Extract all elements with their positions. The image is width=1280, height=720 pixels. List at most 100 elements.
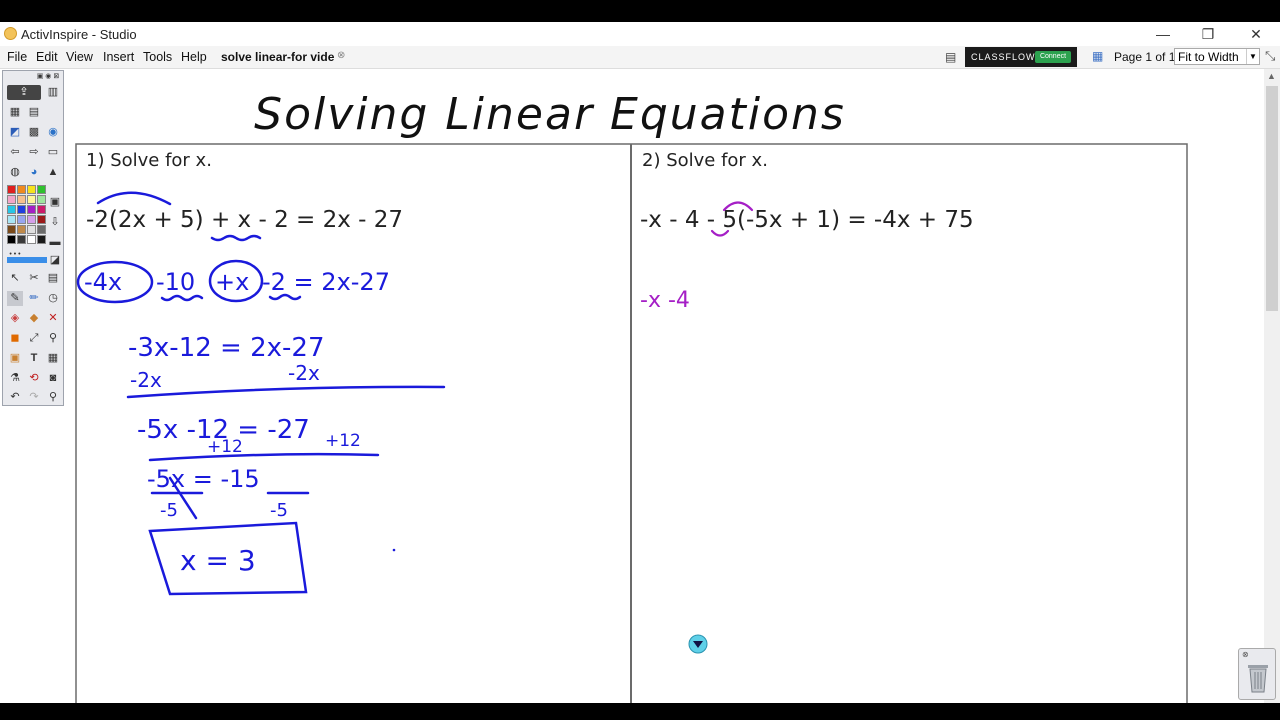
title-bar: ActivInspire - Studio — ❐ ✕ xyxy=(0,22,1280,46)
scrollbar-thumb[interactable] xyxy=(1266,86,1278,311)
menu-file[interactable]: File xyxy=(7,50,27,64)
menu-insert[interactable]: Insert xyxy=(103,50,134,64)
reset-icon[interactable]: ⟲ xyxy=(26,371,42,386)
marquee-icon[interactable]: ✂ xyxy=(26,271,42,286)
step3-add-left: +12 xyxy=(207,437,243,457)
answer-text: x = 3 xyxy=(180,544,256,577)
web-browser-icon[interactable]: ◕ xyxy=(26,165,42,180)
color-swatch-blue[interactable] xyxy=(17,205,26,214)
tools-icon[interactable]: ⚗ xyxy=(7,371,23,386)
pen-width-slider[interactable] xyxy=(7,257,47,263)
fill-icon[interactable]: ◪ xyxy=(47,253,63,268)
desktop-icon[interactable]: ▭ xyxy=(45,145,61,160)
next-page-icon[interactable]: ⇨ xyxy=(26,145,42,160)
color-swatch-black[interactable] xyxy=(7,235,16,244)
zoom-select[interactable]: Fit to Width ▼ xyxy=(1174,48,1260,65)
color-swatch-cyan[interactable] xyxy=(7,205,16,214)
color-swatch-magenta[interactable] xyxy=(37,205,46,214)
color-swatch-darkred[interactable] xyxy=(37,215,46,224)
chevron-down-icon[interactable]: ▼ xyxy=(1246,49,1259,64)
keyboard-icon[interactable]: ▦ xyxy=(45,351,61,366)
palette-icon[interactable]: ▣ xyxy=(47,195,63,210)
layout-icon[interactable]: ▩ xyxy=(26,125,42,140)
select-icon[interactable]: ↖ xyxy=(7,271,23,286)
color-swatch-lightgreen[interactable] xyxy=(37,195,46,204)
color-swatch-peach[interactable] xyxy=(17,195,26,204)
main-menu-icon[interactable]: ⇪ xyxy=(7,85,41,100)
trash-close-icon[interactable]: ⊗ xyxy=(1242,650,1249,659)
shape-icon[interactable]: ◼ xyxy=(7,331,23,346)
color-swatch-pink[interactable] xyxy=(7,195,16,204)
color-swatch-lightgray[interactable] xyxy=(27,225,36,234)
minimize-button[interactable]: — xyxy=(1148,24,1178,44)
color-swatch-brown[interactable] xyxy=(7,225,16,234)
previous-page-icon[interactable]: ⇦ xyxy=(7,145,23,160)
menu-tools[interactable]: Tools xyxy=(143,50,172,64)
color-swatch-orange[interactable] xyxy=(17,185,26,194)
color-swatch-white[interactable] xyxy=(27,235,36,244)
divider-line-2 xyxy=(148,452,380,462)
scroll-up-icon[interactable]: ▲ xyxy=(1267,71,1276,81)
flipchart-icon[interactable]: ▥ xyxy=(45,85,61,100)
browser-icon[interactable]: ▤ xyxy=(945,50,956,64)
trash-can-panel[interactable]: ⊗ xyxy=(1238,648,1276,700)
flipchart-tab[interactable]: solve linear-for vide xyxy=(221,50,334,64)
screen-recorder-icon[interactable]: ◙ xyxy=(45,371,61,386)
delete-icon[interactable]: ✕ xyxy=(45,311,61,326)
redo-icon[interactable]: ↷ xyxy=(26,390,42,405)
eraser-icon[interactable]: ◈ xyxy=(7,311,23,326)
step4-denominator-right: -5 xyxy=(270,500,288,521)
color-swatch-tan[interactable] xyxy=(17,225,26,234)
classflow-connect-button[interactable]: Connect xyxy=(1035,51,1071,63)
globe-icon[interactable]: ◉ xyxy=(45,125,61,140)
menu-edit[interactable]: Edit xyxy=(36,50,58,64)
toolbox-controls-icon[interactable]: ▣ ◉ ⊠ xyxy=(33,72,63,81)
annotate-icon[interactable]: ▲ xyxy=(45,165,61,180)
object-icon[interactable]: ▤ xyxy=(26,105,42,120)
palette-more-icon[interactable]: ▬ xyxy=(47,235,63,250)
clock-icon[interactable]: ◷ xyxy=(45,291,61,306)
color-swatch-purple[interactable] xyxy=(27,205,36,214)
connector-icon[interactable]: ⤢ xyxy=(26,331,42,346)
resource-icon[interactable]: ◩ xyxy=(7,125,23,140)
camera-icon[interactable]: ◍ xyxy=(7,165,23,180)
highlighter-icon[interactable]: ✏ xyxy=(26,291,42,306)
color-swatch-red[interactable] xyxy=(7,185,16,194)
restore-button[interactable]: ❐ xyxy=(1193,24,1223,44)
step2-sub-left: -2x xyxy=(130,368,162,392)
magnifier-icon[interactable]: ⚲ xyxy=(45,331,61,346)
menu-help[interactable]: Help xyxy=(181,50,207,64)
tab-close-icon[interactable]: ⊗ xyxy=(337,50,345,61)
undo-icon[interactable]: ↶ xyxy=(7,390,23,405)
page-browser-icon[interactable]: ▦ xyxy=(1092,49,1103,63)
color-swatch-yellow[interactable] xyxy=(27,185,36,194)
color-swatch-lavender[interactable] xyxy=(27,215,36,224)
distribute-arrow-mark xyxy=(96,191,172,206)
classflow-brand: CLASSFLOW xyxy=(971,52,1036,62)
problem1-ink-marks xyxy=(76,191,446,596)
menu-view[interactable]: View xyxy=(66,50,93,64)
fill-bucket-icon[interactable]: ◆ xyxy=(26,311,42,326)
step2-sub-right: -2x xyxy=(288,361,320,385)
fullscreen-icon[interactable]: ⤡ xyxy=(1265,48,1275,64)
problem1-equation: -2(2x + 5) + x - 2 = 2x - 27 xyxy=(86,207,403,233)
color-swatch-gray[interactable] xyxy=(37,225,46,234)
zoom-icon[interactable]: ⚲ xyxy=(45,390,61,405)
camera-snap-icon[interactable]: ▣ xyxy=(7,351,23,366)
color-swatch-charcoal[interactable] xyxy=(17,235,26,244)
palette-arrow-icon[interactable]: ⇩ xyxy=(47,215,63,230)
color-swatch-green[interactable] xyxy=(37,185,46,194)
color-swatch-darkgray[interactable] xyxy=(37,235,46,244)
color-swatch-lightblue[interactable] xyxy=(17,215,26,224)
bottom-letterbox xyxy=(0,703,1280,720)
text-icon[interactable]: T xyxy=(26,351,42,366)
classflow-panel: CLASSFLOW Connect xyxy=(965,47,1077,67)
step2: -3x-12 = 2x-27 xyxy=(128,333,325,363)
close-button[interactable]: ✕ xyxy=(1241,24,1271,44)
step1-term1: -4x xyxy=(84,268,122,296)
pen-icon[interactable]: ✎ xyxy=(7,291,23,306)
color-swatch-lightyellow[interactable] xyxy=(27,195,36,204)
toolbar-icon[interactable]: ▤ xyxy=(45,271,61,286)
page-icon[interactable]: ▦ xyxy=(7,105,23,120)
color-swatch-lightcyan[interactable] xyxy=(7,215,16,224)
